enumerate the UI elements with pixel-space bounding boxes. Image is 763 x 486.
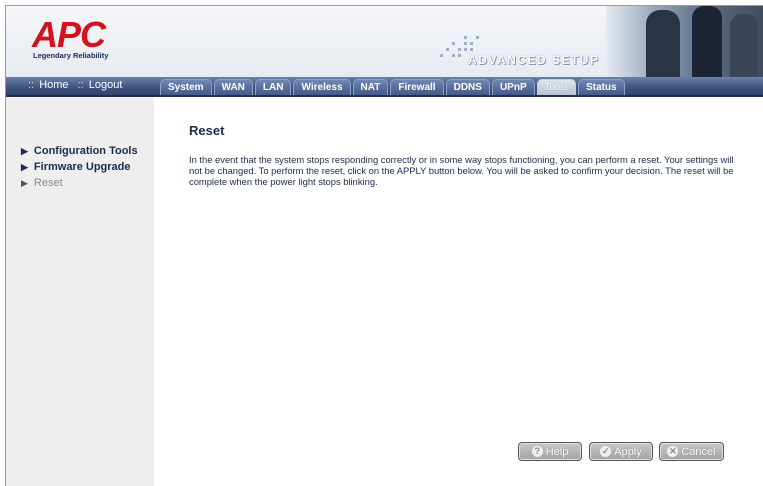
link-separator: :: (28, 79, 35, 91)
arrow-right-icon: ▶ (21, 178, 28, 188)
nav-bar: :: Home :: Logout System WAN LAN Wireles… (6, 77, 763, 97)
router-admin-window: APC Legendary Reliability ADVANCED SETUP… (5, 5, 763, 486)
cancel-button-label: Cancel (681, 445, 716, 458)
help-icon: ? (531, 446, 543, 457)
cancel-button[interactable]: ✕ Cancel (659, 442, 724, 461)
photo-figure (730, 14, 758, 77)
header-photo (606, 6, 763, 77)
logo-tagline: Legendary Reliability (33, 51, 109, 60)
page-description: In the event that the system stops respo… (189, 154, 734, 187)
help-button[interactable]: ? Help (518, 442, 582, 461)
top-links: :: Home :: Logout (28, 79, 128, 91)
tab-tools[interactable]: Tools (536, 79, 576, 95)
apc-logo: APC Legendary Reliability (26, 17, 126, 61)
page-title: Reset (189, 123, 225, 138)
sidebar-item-firmware-upgrade[interactable]: ▶ Firmware Upgrade (21, 161, 131, 173)
apply-button-label: Apply (614, 445, 642, 458)
help-button-label: Help (545, 445, 569, 458)
tab-lan[interactable]: LAN (254, 79, 292, 95)
sidebar: ▶ Configuration Tools ▶ Firmware Upgrade ▶… (6, 97, 154, 486)
tab-status[interactable]: Status (577, 79, 625, 95)
tab-wireless[interactable]: Wireless (293, 79, 351, 95)
arrow-right-icon: ▶ (21, 162, 28, 172)
photo-figure (692, 6, 722, 77)
header-banner: APC Legendary Reliability ADVANCED SETUP (6, 6, 763, 78)
tab-firewall[interactable]: Firewall (390, 79, 444, 95)
tab-ddns[interactable]: DDNS (445, 79, 490, 95)
tab-upnp[interactable]: UPnP (491, 79, 535, 95)
sidebar-item-reset[interactable]: ▶ Reset (21, 177, 63, 189)
close-icon: ✕ (667, 446, 679, 457)
section-title: ADVANCED SETUP (468, 53, 600, 67)
sidebar-item-configuration-tools[interactable]: ▶ Configuration Tools (21, 145, 138, 157)
apply-button[interactable]: ✓ Apply (589, 442, 653, 461)
tab-nat[interactable]: NAT (352, 79, 389, 95)
tab-strip: System WAN LAN Wireless NAT Firewall DDN… (160, 79, 627, 95)
check-icon: ✓ (600, 446, 612, 457)
arrow-right-icon: ▶ (21, 146, 28, 156)
logo-text: APC (32, 14, 106, 55)
tab-system[interactable]: System (160, 79, 212, 95)
home-link[interactable]: Home (39, 79, 68, 91)
tab-wan[interactable]: WAN (213, 79, 253, 95)
sidebar-item-label: Configuration Tools (33, 145, 138, 157)
logout-link[interactable]: Logout (89, 79, 123, 91)
link-separator: :: (77, 79, 84, 91)
sidebar-item-label: Firmware Upgrade (33, 161, 131, 173)
sidebar-item-label: Reset (33, 177, 63, 189)
photo-figure (646, 10, 680, 77)
